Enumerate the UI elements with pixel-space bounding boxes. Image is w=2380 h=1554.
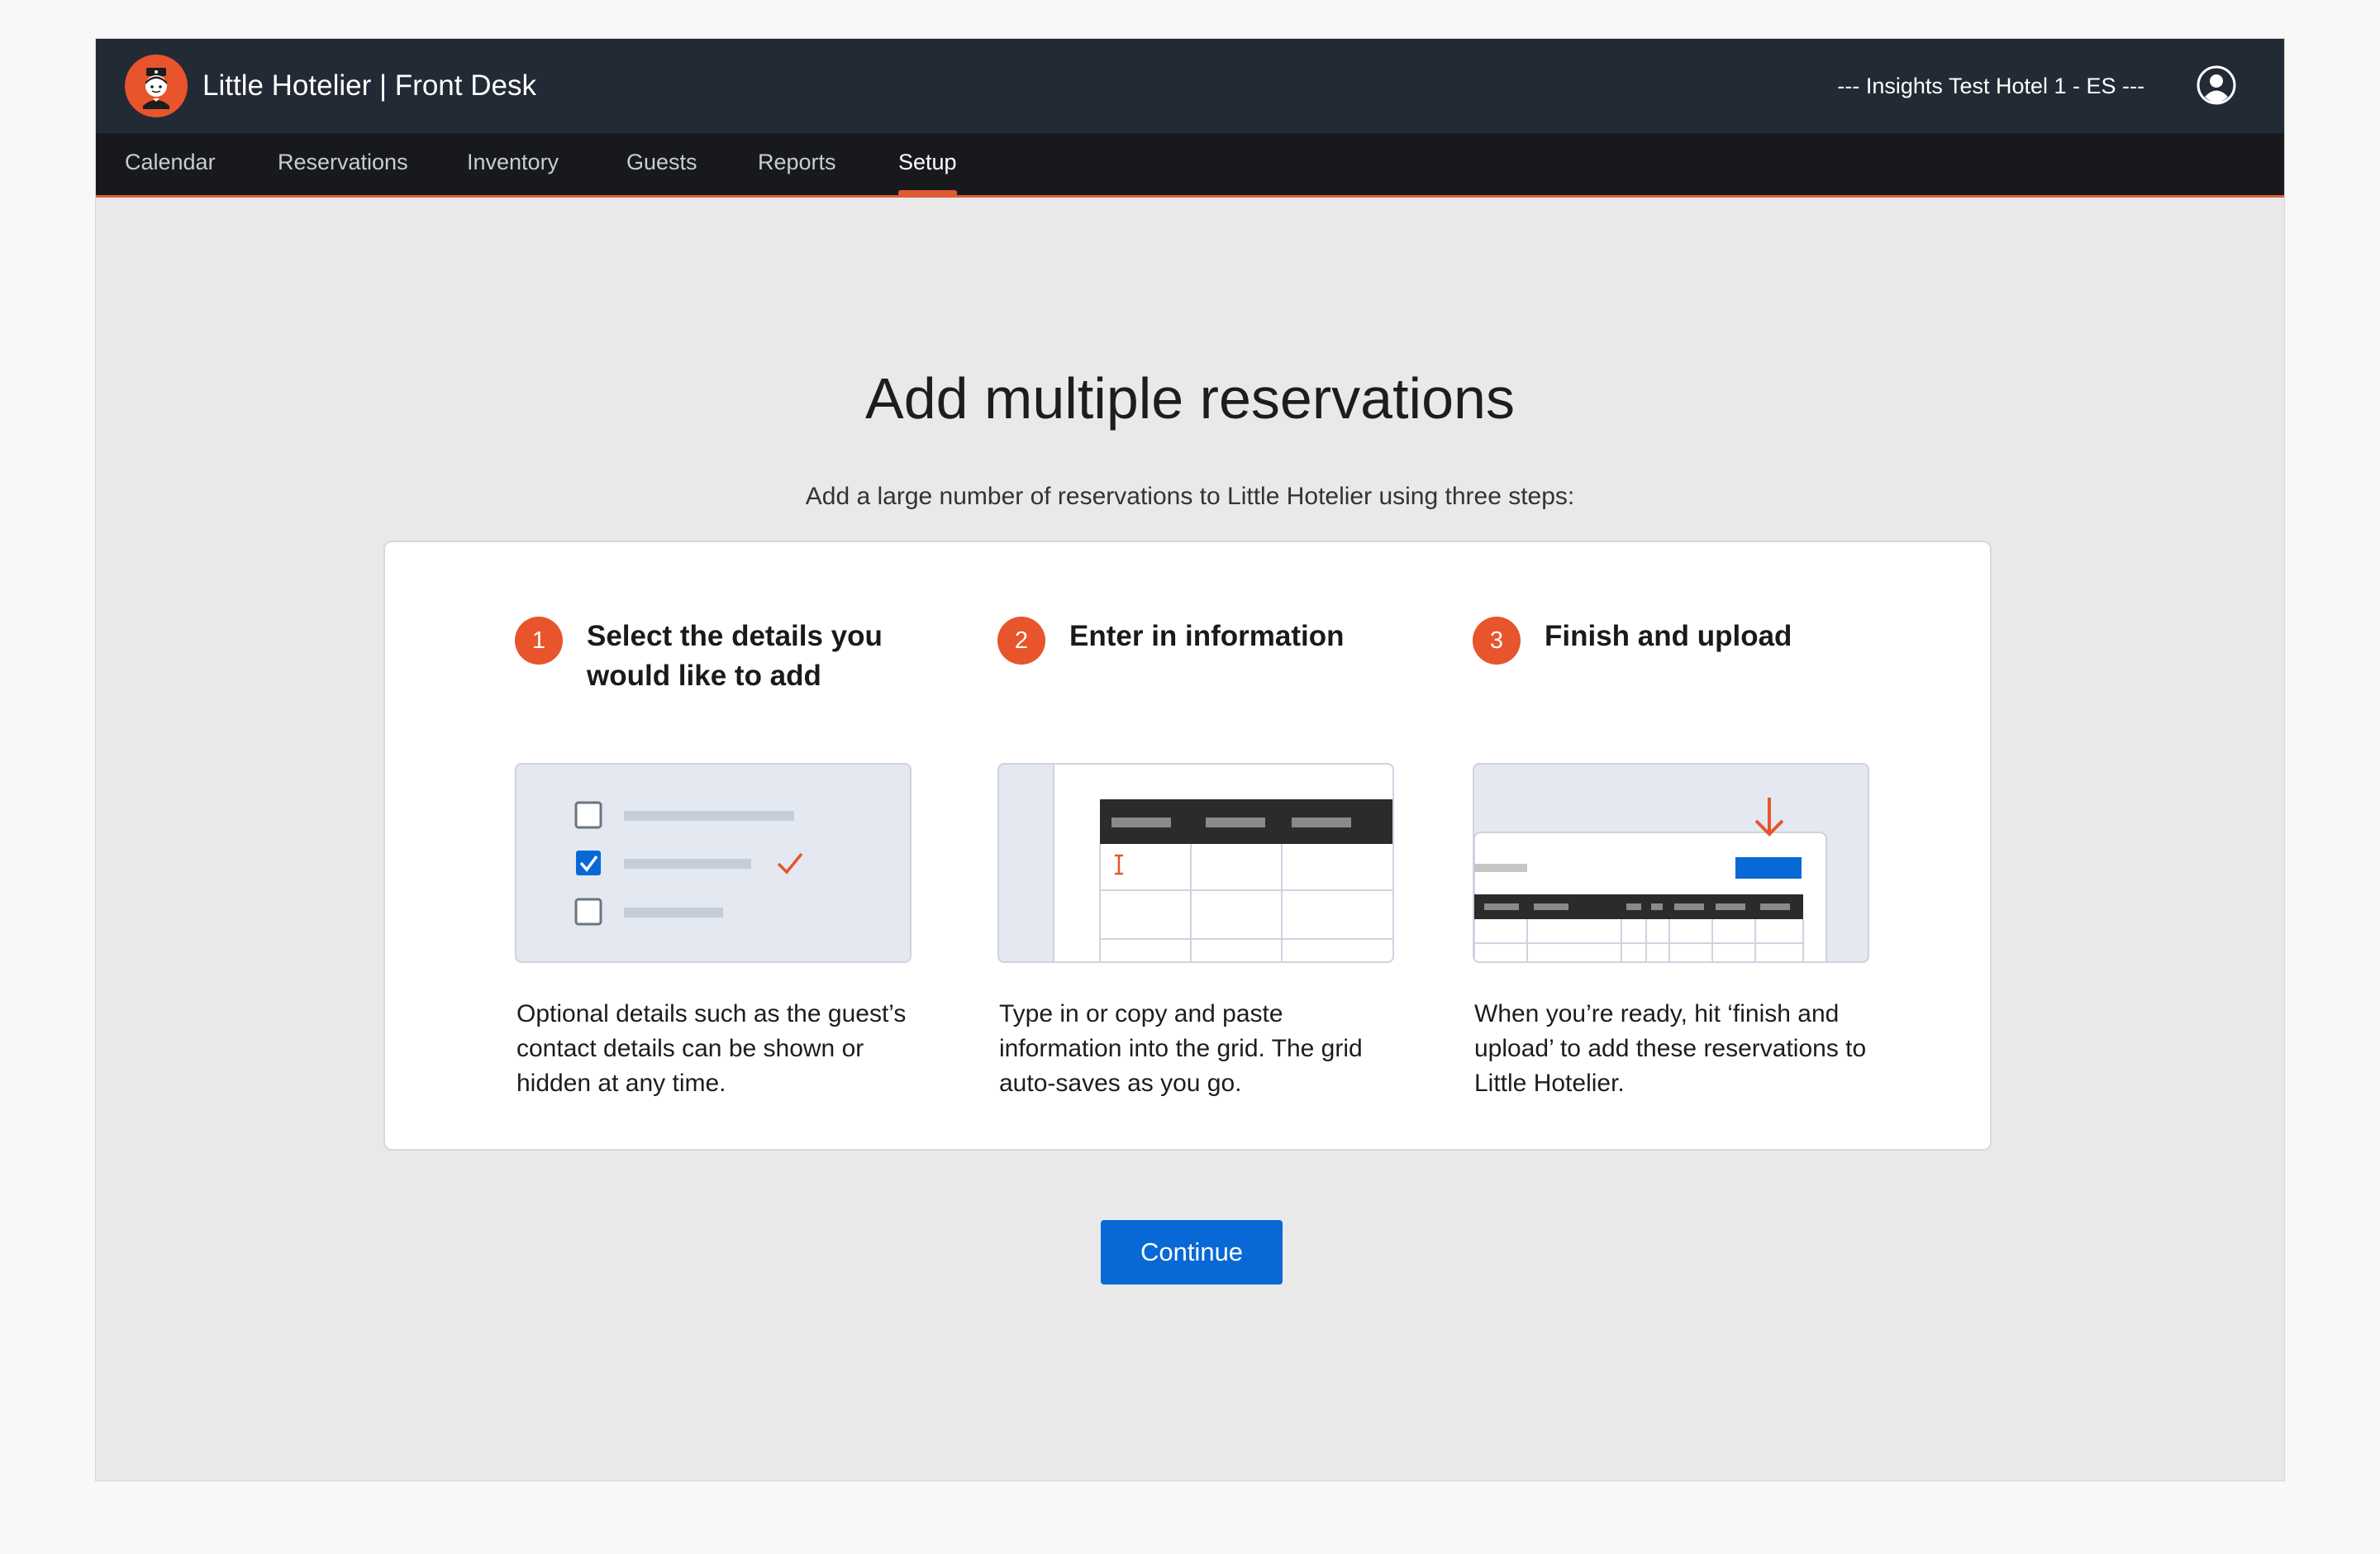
- nav-calendar[interactable]: Calendar: [125, 133, 216, 195]
- nav-reservations[interactable]: Reservations: [278, 133, 408, 195]
- continue-button[interactable]: Continue: [1101, 1220, 1283, 1285]
- step-2: 2 Enter in information Type in or copy a…: [997, 542, 1394, 1149]
- step-number: 1: [515, 617, 563, 665]
- main-nav: Calendar Reservations Inventory Guests R…: [96, 133, 2284, 198]
- upload-illustration: [1473, 763, 1869, 963]
- step-description: Optional details such as the guest’s con…: [516, 1000, 907, 1097]
- step-description: Type in or copy and paste information in…: [999, 1000, 1363, 1097]
- top-header: Little Hotelier | Front Desk --- Insight…: [96, 39, 2284, 133]
- step-1: 1 Select the details you would like to a…: [515, 542, 912, 1149]
- steps-card: 1 Select the details you would like to a…: [383, 541, 1992, 1151]
- page-subtitle: Add a large number of reservations to Li…: [805, 483, 1575, 510]
- nav-inventory[interactable]: Inventory: [467, 133, 559, 195]
- step-number: 2: [997, 617, 1045, 665]
- step-title: Enter in information: [1069, 620, 1345, 652]
- step-3: 3 Finish and upload When you’re ready, h…: [1473, 542, 1869, 1149]
- page-title: Add multiple reservations: [865, 366, 1515, 431]
- bellhop-logo-icon[interactable]: [125, 55, 188, 117]
- nav-setup[interactable]: Setup: [898, 133, 957, 195]
- app-frame: Little Hotelier | Front Desk --- Insight…: [95, 38, 2285, 1481]
- nav-reports[interactable]: Reports: [758, 133, 836, 195]
- step-description: When you’re ready, hit ‘finish and uploa…: [1474, 1000, 1867, 1097]
- nav-guests[interactable]: Guests: [626, 133, 697, 195]
- hotel-selector[interactable]: --- Insights Test Hotel 1 - ES ---: [1837, 39, 2144, 133]
- step-number: 3: [1473, 617, 1521, 665]
- app-title: Little Hotelier | Front Desk: [202, 69, 536, 102]
- grid-entry-illustration: [997, 763, 1394, 963]
- user-account-icon[interactable]: [2196, 64, 2237, 106]
- step-title: Finish and upload: [1545, 620, 1792, 652]
- checklist-illustration: [515, 763, 912, 963]
- step-title: Select the details you would like to add: [587, 620, 883, 692]
